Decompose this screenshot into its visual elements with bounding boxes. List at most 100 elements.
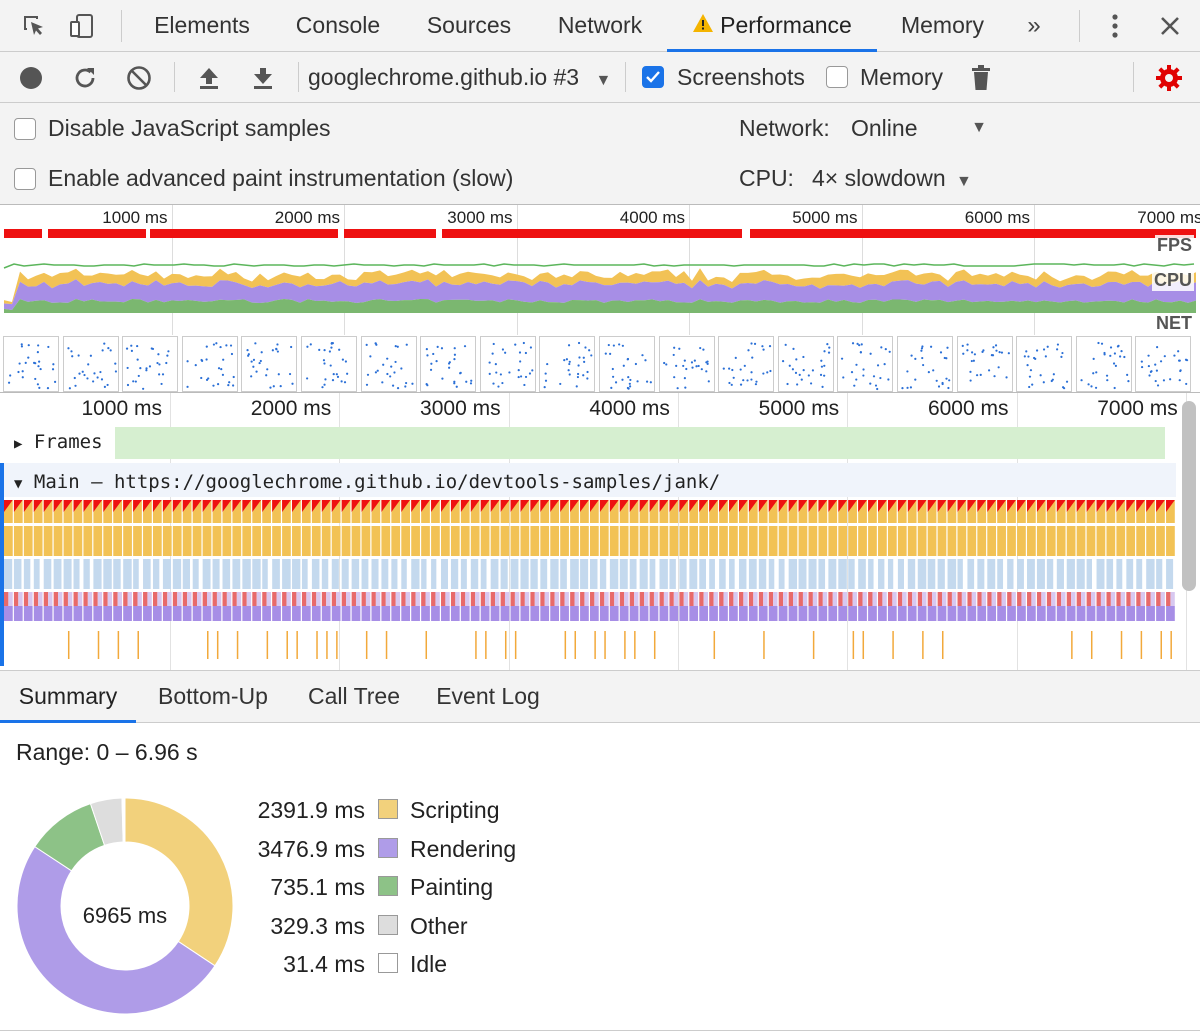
screenshot-thumbnail [479, 336, 536, 392]
screenshot-thumbnail [539, 336, 596, 392]
legend-swatch [378, 953, 398, 973]
tab-console[interactable]: Console [278, 0, 398, 52]
screenshot-thumbnail [658, 336, 715, 392]
profile-select-value: googlechrome.github.io #3 [308, 64, 580, 90]
trash-icon[interactable] [966, 52, 996, 103]
legend-value: 735.1 ms [270, 874, 365, 900]
profile-select[interactable]: googlechrome.github.io #3 ▼ [308, 52, 611, 103]
checkmark-icon [646, 71, 660, 83]
advanced-paint-label: Enable advanced paint instrumentation (s… [48, 165, 514, 191]
screenshot-thumbnail [301, 336, 357, 392]
save-profile-icon[interactable] [244, 52, 282, 103]
tab-bottom-up[interactable]: Bottom-Up [146, 671, 280, 723]
devtools-tab-bar: Elements Console Sources Network Perform… [0, 0, 1200, 52]
net-track-label: NET [1154, 313, 1194, 334]
disable-js-samples-checkbox[interactable] [14, 118, 36, 140]
legend-name: Painting [410, 874, 494, 900]
legend-row-scripting: 2391.9 ms Scripting [230, 791, 550, 829]
warning-icon [692, 0, 714, 50]
network-throttle-value: Online [851, 115, 918, 141]
screenshot-thumbnail [837, 336, 894, 392]
tab-network[interactable]: Network [540, 0, 660, 52]
tab-performance-label: Performance [720, 12, 852, 38]
screenshot-thumbnail [241, 336, 298, 392]
long-frame-marker [344, 229, 436, 238]
network-throttle-label: Network: [739, 115, 830, 141]
chevron-down-icon: ▼ [956, 173, 972, 190]
summary-pane: Range: 0 – 6.96 s 6965 ms 2391.9 ms Scrip… [0, 723, 1200, 1031]
screenshot-thumbnail [62, 336, 119, 392]
reload-record-icon[interactable] [66, 52, 104, 103]
cpu-throttle-label: CPU: [739, 165, 794, 191]
fps-track-label: FPS [1154, 235, 1194, 256]
network-throttle-select[interactable]: Online ▼ [851, 115, 991, 142]
legend-row-idle: 31.4 ms Idle [230, 945, 550, 983]
legend-row-painting: 735.1 ms Painting [230, 868, 550, 906]
screenshot-thumbnail [1016, 336, 1073, 392]
device-toolbar-icon[interactable] [62, 0, 102, 52]
capture-settings-gear-icon[interactable] [1150, 52, 1188, 103]
screenshot-thumbnail [956, 336, 1013, 392]
legend-swatch [378, 799, 398, 819]
legend-name: Idle [410, 951, 448, 977]
donut-slice-scripting [124, 797, 234, 967]
screenshot-thumbnail [897, 336, 953, 392]
legend-swatch [378, 837, 398, 858]
timeline-overview[interactable]: 1000 ms 2000 ms 3000 ms 4000 ms 5000 ms 6000 … [0, 205, 1200, 393]
legend-row-rendering: 3476.9 ms Rendering [230, 830, 550, 868]
flame-chart-scrollbar[interactable] [1182, 401, 1196, 591]
screenshots-label: Screenshots [677, 64, 805, 90]
more-tabs-chevron-icon[interactable]: » [1012, 0, 1056, 52]
record-button[interactable] [12, 52, 50, 103]
screenshot-thumbnail [3, 336, 59, 392]
long-frame-marker [750, 229, 1196, 238]
memory-label: Memory [860, 64, 944, 90]
main-thread-events[interactable] [0, 393, 1200, 671]
long-frame-marker [48, 229, 146, 238]
long-frame-marker [442, 229, 742, 238]
screenshot-thumbnail [1135, 336, 1192, 392]
screenshot-thumbnail [1075, 336, 1132, 392]
screenshot-thumbnail [718, 336, 775, 392]
tab-summary[interactable]: Summary [0, 671, 136, 723]
inspect-element-icon[interactable] [14, 0, 54, 52]
long-frame-marker [150, 229, 338, 238]
load-profile-icon[interactable] [190, 52, 228, 103]
details-tab-bar: Summary Bottom-Up Call Tree Event Log [0, 671, 1200, 723]
screenshot-thumbnail [122, 336, 179, 392]
chevron-down-icon: ▼ [595, 72, 612, 89]
chevron-down-icon: ▼ [971, 119, 987, 136]
disable-js-samples-label: Disable JavaScript samples [48, 115, 331, 141]
legend-swatch [378, 876, 398, 896]
legend-name: Other [410, 912, 468, 939]
screenshots-checkbox[interactable] [642, 66, 664, 88]
flame-chart[interactable]: 1000 ms 2000 ms 3000 ms 4000 ms 5000 ms 6000 … [0, 393, 1200, 671]
legend-value: 31.4 ms [283, 951, 365, 977]
clear-icon[interactable] [120, 52, 158, 103]
legend-value: 329.3 ms [270, 912, 365, 939]
memory-checkbox[interactable] [826, 66, 848, 88]
tab-memory[interactable]: Memory [885, 0, 1000, 52]
legend-swatch [378, 914, 398, 935]
screenshot-thumbnail [420, 336, 477, 392]
long-frame-marker [4, 229, 42, 238]
tab-call-tree[interactable]: Call Tree [296, 671, 412, 723]
legend-value: 2391.9 ms [257, 797, 365, 823]
capture-settings-pane: Disable JavaScript samples Enable advanc… [0, 103, 1200, 205]
tab-event-log[interactable]: Event Log [426, 671, 550, 723]
tab-elements[interactable]: Elements [138, 0, 266, 52]
screenshot-thumbnail [181, 336, 238, 392]
close-icon[interactable] [1148, 0, 1192, 52]
legend-value: 3476.9 ms [257, 835, 365, 862]
screenshot-thumbnail [599, 336, 655, 392]
performance-toolbar: googlechrome.github.io #3 ▼ Screenshots … [0, 52, 1200, 103]
more-options-icon[interactable] [1096, 0, 1134, 52]
legend-name: Rendering [410, 835, 517, 862]
cpu-throttle-select[interactable]: 4× slowdown ▼ [812, 165, 972, 192]
screenshot-thumbnail [777, 336, 834, 392]
advanced-paint-checkbox[interactable] [14, 168, 36, 190]
tab-performance[interactable]: Performance [667, 0, 877, 52]
tab-sources[interactable]: Sources [410, 0, 528, 52]
cpu-track-label: CPU [1151, 270, 1194, 291]
cpu-throttle-value: 4× slowdown [812, 165, 946, 191]
